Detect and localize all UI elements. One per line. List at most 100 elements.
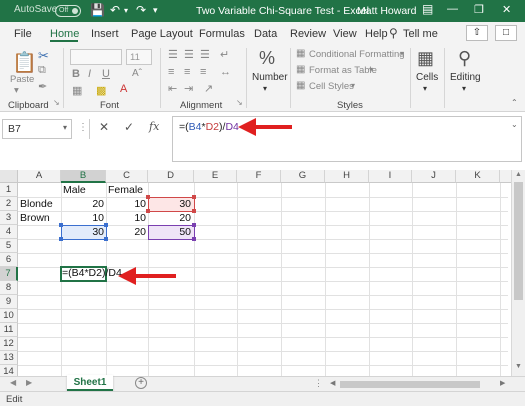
paste-icon[interactable]: 📋 bbox=[12, 50, 37, 75]
cell-d4[interactable]: 50 bbox=[148, 226, 191, 239]
cut-icon[interactable]: ✂ bbox=[38, 48, 49, 64]
cell-c1[interactable]: Female bbox=[108, 184, 143, 197]
borders-icon[interactable]: ▦ bbox=[72, 84, 82, 97]
cell-b3[interactable]: 10 bbox=[61, 212, 104, 225]
cell-styles-dropdown-icon[interactable]: ▾ bbox=[351, 81, 355, 90]
font-color-icon[interactable]: A bbox=[120, 83, 127, 95]
cells-icon[interactable]: ▦ bbox=[417, 48, 434, 69]
row-header-1[interactable]: 1 bbox=[0, 183, 18, 197]
row-header-13[interactable]: 13 bbox=[0, 351, 18, 365]
tab-formulas[interactable]: Formulas bbox=[199, 28, 245, 40]
autosave-toggle[interactable]: Off bbox=[55, 5, 81, 17]
tab-help[interactable]: Help bbox=[365, 28, 388, 40]
row-header-11[interactable]: 11 bbox=[0, 323, 18, 337]
merge-center-icon[interactable]: ↔ bbox=[220, 66, 231, 78]
tab-data[interactable]: Data bbox=[254, 28, 277, 40]
vertical-scroll-thumb[interactable] bbox=[514, 182, 523, 300]
ribbon-display-icon[interactable]: ▤ bbox=[422, 2, 433, 16]
cell-styles-button[interactable]: Cell Styles bbox=[309, 81, 354, 92]
align-right-icon[interactable]: ≡ bbox=[200, 66, 206, 78]
orientation-icon[interactable]: ↗ bbox=[204, 82, 213, 95]
row-header-4[interactable]: 4 bbox=[0, 225, 18, 239]
collapse-ribbon-icon[interactable]: ⌃ bbox=[511, 98, 518, 107]
vertical-scrollbar[interactable]: ▲ ▼ bbox=[511, 170, 525, 376]
scroll-right-icon[interactable]: ▶ bbox=[500, 379, 505, 387]
worksheet-grid[interactable]: A B C D E F G H I J K 1 2 3 4 5 6 7 8 9 … bbox=[0, 170, 525, 376]
row-header-7[interactable]: 7 bbox=[0, 267, 18, 281]
customize-toolbar-icon[interactable]: ▾ bbox=[153, 5, 158, 16]
cell-a2[interactable]: Blonde bbox=[20, 198, 53, 211]
conditional-formatting-button[interactable]: Conditional Formatting bbox=[309, 49, 405, 60]
row-header-2[interactable]: 2 bbox=[0, 197, 18, 211]
enter-icon[interactable]: ✓ bbox=[124, 120, 134, 134]
tab-file[interactable]: File bbox=[14, 28, 32, 40]
close-icon[interactable]: ✕ bbox=[502, 3, 511, 16]
italic-icon[interactable]: I bbox=[88, 68, 91, 80]
cell-b1[interactable]: Male bbox=[63, 184, 86, 197]
align-middle-icon[interactable]: ☰ bbox=[184, 48, 194, 61]
save-icon[interactable]: 💾 bbox=[90, 3, 105, 17]
row-header-6[interactable]: 6 bbox=[0, 253, 18, 267]
cells-label[interactable]: Cells bbox=[416, 72, 438, 83]
fill-color-icon[interactable]: ▩ bbox=[96, 84, 106, 97]
row-header-8[interactable]: 8 bbox=[0, 281, 18, 295]
tab-review[interactable]: Review bbox=[290, 28, 326, 40]
font-size-box[interactable]: 11 bbox=[126, 49, 152, 65]
percent-icon[interactable]: % bbox=[259, 48, 275, 69]
conditional-formatting-dropdown-icon[interactable]: ▾ bbox=[400, 49, 404, 58]
column-header-i[interactable]: I bbox=[369, 170, 412, 183]
cell-d2[interactable]: 30 bbox=[148, 198, 191, 211]
column-header-b[interactable]: B bbox=[61, 170, 106, 183]
tell-me-search[interactable]: Tell me bbox=[403, 28, 438, 40]
name-box-dropdown-icon[interactable]: ▾ bbox=[63, 123, 67, 132]
redo-icon[interactable]: ↷ bbox=[136, 3, 146, 17]
column-header-j[interactable]: J bbox=[412, 170, 456, 183]
wrap-text-icon[interactable]: ↵ bbox=[220, 48, 229, 61]
select-all-corner[interactable] bbox=[0, 170, 18, 183]
column-header-h[interactable]: H bbox=[325, 170, 369, 183]
column-header-a[interactable]: A bbox=[18, 170, 61, 183]
cell-d3[interactable]: 20 bbox=[148, 212, 191, 225]
column-header-f[interactable]: F bbox=[237, 170, 281, 183]
align-center-icon[interactable]: ≡ bbox=[184, 66, 190, 78]
format-as-table-dropdown-icon[interactable]: ▾ bbox=[369, 65, 373, 74]
undo-icon[interactable]: ↶ bbox=[110, 3, 120, 17]
resize-handle[interactable] bbox=[192, 195, 196, 199]
tab-insert[interactable]: Insert bbox=[91, 28, 119, 40]
editing-dropdown-icon[interactable]: ▾ bbox=[462, 84, 466, 93]
underline-icon[interactable]: U bbox=[102, 68, 110, 80]
bold-icon[interactable]: B bbox=[72, 68, 80, 80]
align-bottom-icon[interactable]: ☰ bbox=[200, 48, 210, 61]
increase-font-icon[interactable]: Aˆ bbox=[132, 68, 142, 79]
align-top-icon[interactable]: ☰ bbox=[168, 48, 178, 61]
expand-formula-bar-icon[interactable]: ⌄ bbox=[511, 120, 518, 129]
column-header-c[interactable]: C bbox=[106, 170, 148, 183]
cells-dropdown-icon[interactable]: ▾ bbox=[423, 84, 427, 93]
format-as-table-button[interactable]: Format as Table bbox=[309, 65, 377, 76]
scroll-left-icon[interactable]: ◀ bbox=[330, 379, 335, 387]
align-left-icon[interactable]: ≡ bbox=[168, 66, 174, 78]
resize-handle[interactable] bbox=[192, 223, 196, 227]
column-header-g[interactable]: G bbox=[281, 170, 325, 183]
next-sheet-icon[interactable]: ▶ bbox=[26, 378, 32, 387]
sheet-tab-sheet1[interactable]: Sheet1 bbox=[67, 375, 113, 391]
copy-icon[interactable]: ⧉ bbox=[38, 64, 46, 77]
number-label[interactable]: Number bbox=[252, 72, 288, 83]
font-name-box[interactable] bbox=[70, 49, 122, 65]
share-icon[interactable]: ⇧ bbox=[466, 25, 488, 41]
scroll-up-icon[interactable]: ▲ bbox=[515, 171, 522, 178]
paste-label[interactable]: Paste bbox=[10, 74, 34, 85]
restore-icon[interactable]: ❐ bbox=[474, 3, 484, 16]
column-header-e[interactable]: E bbox=[194, 170, 237, 183]
horizontal-scroll-thumb[interactable] bbox=[340, 381, 480, 388]
cell-c2[interactable]: 10 bbox=[106, 198, 146, 211]
previous-sheet-icon[interactable]: ◀ bbox=[10, 378, 16, 387]
resize-handle[interactable] bbox=[192, 237, 196, 241]
add-sheet-icon[interactable]: + bbox=[135, 377, 147, 389]
cell-a3[interactable]: Brown bbox=[20, 212, 50, 225]
comments-icon[interactable]: □ bbox=[495, 25, 517, 41]
alignment-launcher-icon[interactable]: ↘ bbox=[236, 98, 243, 107]
resize-handle[interactable] bbox=[192, 209, 196, 213]
row-header-3[interactable]: 3 bbox=[0, 211, 18, 225]
row-header-14[interactable]: 14 bbox=[0, 365, 18, 376]
